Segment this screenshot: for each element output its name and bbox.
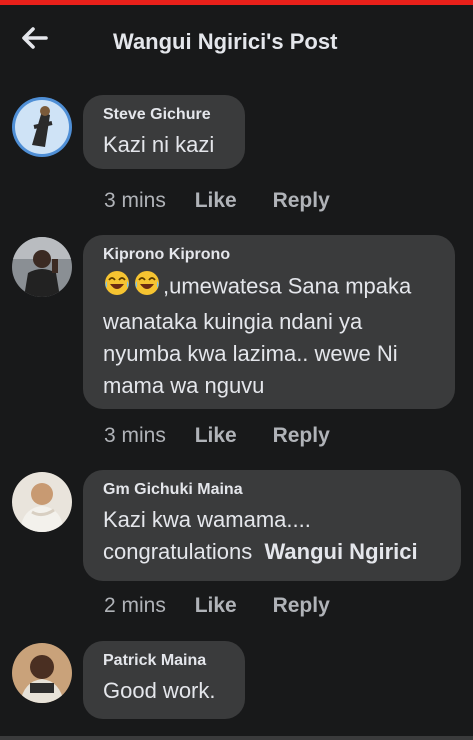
mention-link[interactable]: Wangui Ngirici [264, 539, 417, 564]
reply-button[interactable]: Reply [273, 189, 330, 213]
comment-bubble[interactable]: Steve Gichure Kazi ni kazi [83, 95, 245, 169]
comment-actions: 2 mins Like Reply [104, 594, 360, 618]
bottom-divider [0, 736, 473, 740]
like-button[interactable]: Like [195, 189, 237, 213]
like-button[interactable]: Like [195, 424, 237, 448]
comment-text: congratulations Wangui Ngirici [103, 536, 441, 568]
comment-text-line: ,umewatesa Sana mpaka [163, 273, 412, 299]
comment-text: Good work. [103, 678, 216, 703]
avatar[interactable] [12, 97, 72, 157]
back-button[interactable] [18, 21, 52, 55]
comment-text-line: mama wa nguvu [103, 373, 265, 398]
avatar[interactable] [12, 643, 72, 703]
comment-actions: 3 mins Like Reply [104, 424, 360, 448]
comment-text-line: Kazi kwa wamama.... [103, 507, 311, 532]
avatar[interactable] [12, 237, 72, 297]
arrow-left-icon [22, 27, 48, 49]
comment-text: Kazi ni kazi [103, 132, 215, 157]
like-button[interactable]: Like [195, 594, 237, 618]
comment-time[interactable]: 2 mins [104, 594, 166, 618]
comment-text-line: wanataka kuingia ndani ya [103, 309, 363, 334]
comment-actions: 3 mins Like Reply [104, 189, 360, 213]
reply-button[interactable]: Reply [273, 424, 330, 448]
comment-author[interactable]: Gm Gichuki Maina [103, 481, 441, 499]
laughing-crying-emoji-icon [103, 269, 131, 306]
comment-time[interactable]: 3 mins [104, 189, 166, 213]
reply-button[interactable]: Reply [273, 594, 330, 618]
page-title: Wangui Ngirici's Post [113, 29, 338, 54]
header: Wangui Ngirici's Post [0, 5, 473, 75]
comment-author[interactable]: Kiprono Kiprono [103, 246, 435, 264]
comment-author[interactable]: Steve Gichure [103, 106, 225, 124]
comment-bubble[interactable]: Patrick Maina Good work. [83, 641, 245, 719]
comment-text-line: congratulations [103, 539, 253, 564]
comment-time[interactable]: 3 mins [104, 424, 166, 448]
comment-author[interactable]: Patrick Maina [103, 652, 225, 670]
comment-text: ,umewatesa Sana mpaka [103, 269, 435, 306]
laughing-crying-emoji-icon [133, 269, 161, 306]
avatar[interactable] [12, 472, 72, 532]
comment-text-line: nyumba kwa lazima.. wewe Ni [103, 341, 398, 366]
comment-bubble[interactable]: Kiprono Kiprono ,umewatesa Sana mpaka wa… [83, 235, 455, 409]
comment-bubble[interactable]: Gm Gichuki Maina Kazi kwa wamama.... con… [83, 470, 461, 581]
